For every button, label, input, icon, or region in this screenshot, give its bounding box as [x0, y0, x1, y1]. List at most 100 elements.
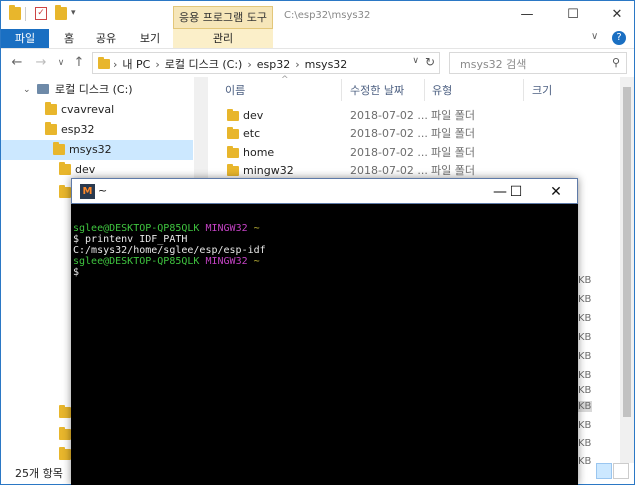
- nav-item-local-disk[interactable]: ⌄ 로컬 디스크 (C:): [1, 80, 193, 100]
- forward-arrow-icon[interactable]: →: [33, 55, 49, 71]
- prompt-user: sglee@DESKTOP-QP85QLK: [73, 223, 200, 234]
- file-date: 2018-07-02 ...: [350, 109, 428, 122]
- column-header-date[interactable]: 수정한 날짜: [350, 82, 404, 98]
- column-header-size[interactable]: 크기: [532, 82, 552, 98]
- column-header-name[interactable]: 이름: [225, 82, 245, 98]
- prompt-line: sglee@DESKTOP-QP85QLK MINGW32 ~: [73, 223, 565, 234]
- nav-item-cvavreval[interactable]: cvavreval: [1, 100, 193, 120]
- file-size: KB: [578, 351, 592, 362]
- tab-share[interactable]: 공유: [91, 29, 121, 48]
- chevron-down-icon[interactable]: ∨: [591, 31, 598, 42]
- help-icon[interactable]: ?: [612, 31, 626, 45]
- close-button[interactable]: ✕: [601, 5, 633, 25]
- mintty-logo-icon: M: [80, 184, 95, 199]
- file-row[interactable]: home 2018-07-02 ... 파일 폴더: [223, 144, 617, 162]
- folder-icon: [227, 109, 239, 121]
- sort-ascending-icon: ^: [281, 75, 289, 85]
- context-tab-app-tools: 응용 프로그램 도구: [173, 6, 273, 29]
- column-divider[interactable]: [424, 79, 425, 101]
- nav-item-label: 로컬 디스크 (C:): [55, 83, 133, 96]
- breadcrumb-local-disk[interactable]: 로컬 디스크 (C:): [165, 58, 243, 71]
- column-divider[interactable]: [341, 79, 342, 101]
- folder-icon: [59, 185, 71, 198]
- prompt-dir: ~: [253, 256, 260, 267]
- file-date: 2018-07-02 ...: [350, 146, 428, 159]
- file-size: KB: [578, 438, 592, 449]
- up-arrow-icon[interactable]: ↑: [71, 55, 87, 71]
- mingw32-terminal-window[interactable]: M ~ — ☐ ✕ sglee@DESKTOP-QP85QLK MINGW32 …: [71, 178, 578, 485]
- nav-item-esp32[interactable]: esp32: [1, 120, 193, 140]
- folder-icon: [9, 5, 21, 20]
- folder-icon: [45, 122, 57, 135]
- breadcrumb-my-pc[interactable]: 내 PC: [122, 58, 150, 71]
- drive-icon: [37, 84, 49, 94]
- terminal-maximize-button[interactable]: ☐: [498, 182, 534, 202]
- new-folder-icon[interactable]: [55, 5, 67, 20]
- folder-icon: [227, 146, 239, 158]
- terminal-scrollbar[interactable]: [565, 204, 578, 485]
- large-icons-view-button[interactable]: [613, 463, 629, 479]
- breadcrumb: › 내 PC › 로컬 디스크 (C:) › esp32 › msys32: [113, 58, 348, 71]
- nav-item-label: esp32: [61, 123, 95, 136]
- tab-view[interactable]: 보기: [135, 29, 165, 48]
- file-size: KB: [578, 332, 592, 343]
- status-item-count: 25개 항목: [15, 467, 63, 480]
- properties-icon[interactable]: ✓: [35, 7, 47, 20]
- terminal-title: ~: [98, 184, 108, 197]
- nav-item-dev[interactable]: dev: [1, 160, 193, 180]
- breadcrumb-msys32[interactable]: msys32: [305, 58, 348, 71]
- folder-icon: [98, 57, 110, 69]
- folder-icon: [227, 127, 239, 139]
- file-size: KB: [578, 370, 592, 381]
- file-size: KB: [578, 294, 592, 305]
- column-header-type[interactable]: 유형: [432, 82, 452, 98]
- folder-icon: [59, 427, 71, 440]
- address-bar[interactable]: › 내 PC › 로컬 디스크 (C:) › esp32 › msys32 ∨ ↻: [92, 52, 440, 74]
- nav-item-msys32[interactable]: msys32: [1, 140, 193, 160]
- terminal-close-button[interactable]: ✕: [538, 182, 574, 202]
- output-line: C:/msys32/home/sglee/esp/esp-idf: [73, 245, 266, 256]
- terminal-title-bar: M ~ — ☐ ✕: [71, 178, 578, 204]
- column-divider[interactable]: [523, 79, 524, 101]
- file-name: dev: [243, 109, 264, 122]
- prompt-env: MINGW32: [205, 223, 248, 234]
- recent-locations-icon[interactable]: ∨: [53, 55, 69, 71]
- title-bar: ✓ ▾ 응용 프로그램 도구 C:\esp32\msys32 — ☐ ✕: [1, 1, 634, 29]
- file-row[interactable]: dev 2018-07-02 ... 파일 폴더: [223, 107, 617, 125]
- back-arrow-icon[interactable]: ←: [9, 55, 25, 71]
- tab-home[interactable]: 홈: [57, 29, 81, 48]
- expand-chevron-icon[interactable]: ⌄: [23, 80, 31, 100]
- chevron-down-icon[interactable]: ∨: [412, 56, 419, 66]
- command-line: $: [73, 267, 80, 278]
- nav-item-label: cvavreval: [61, 103, 115, 116]
- prompt-dir: ~: [253, 223, 260, 234]
- file-size: KB: [578, 385, 592, 396]
- nav-item-label: msys32: [69, 143, 112, 156]
- folder-icon: [59, 447, 71, 460]
- tab-file[interactable]: 파일: [1, 29, 49, 48]
- content-scrollbar[interactable]: [620, 77, 634, 463]
- breadcrumb-esp32[interactable]: esp32: [257, 58, 290, 71]
- search-input[interactable]: msys32 검색 ⚲: [449, 52, 627, 74]
- file-size: KB: [578, 456, 592, 467]
- prompt-line: sglee@DESKTOP-QP85QLK MINGW32 ~: [73, 256, 565, 267]
- scrollbar-thumb[interactable]: [623, 87, 631, 417]
- file-size: KB: [578, 313, 592, 324]
- prompt-user: sglee@DESKTOP-QP85QLK: [73, 256, 200, 267]
- refresh-icon[interactable]: ↻: [425, 55, 435, 69]
- minimize-button[interactable]: —: [511, 5, 543, 25]
- terminal-output[interactable]: sglee@DESKTOP-QP85QLK MINGW32 ~ $ printen…: [73, 212, 565, 482]
- file-size: KB: [578, 401, 592, 412]
- maximize-button[interactable]: ☐: [557, 5, 589, 25]
- details-view-button[interactable]: [596, 463, 612, 479]
- search-icon: ⚲: [611, 56, 620, 69]
- tab-manage[interactable]: 관리: [173, 29, 273, 48]
- customize-quick-access-icon[interactable]: ▾: [71, 8, 76, 18]
- file-row[interactable]: etc 2018-07-02 ... 파일 폴더: [223, 125, 617, 143]
- file-type: 파일 폴더: [431, 127, 475, 140]
- folder-icon: [59, 162, 71, 175]
- window-title: C:\esp32\msys32: [284, 10, 371, 21]
- file-type: 파일 폴더: [431, 146, 475, 159]
- prompt-env: MINGW32: [205, 256, 248, 267]
- search-placeholder: msys32 검색: [460, 58, 527, 71]
